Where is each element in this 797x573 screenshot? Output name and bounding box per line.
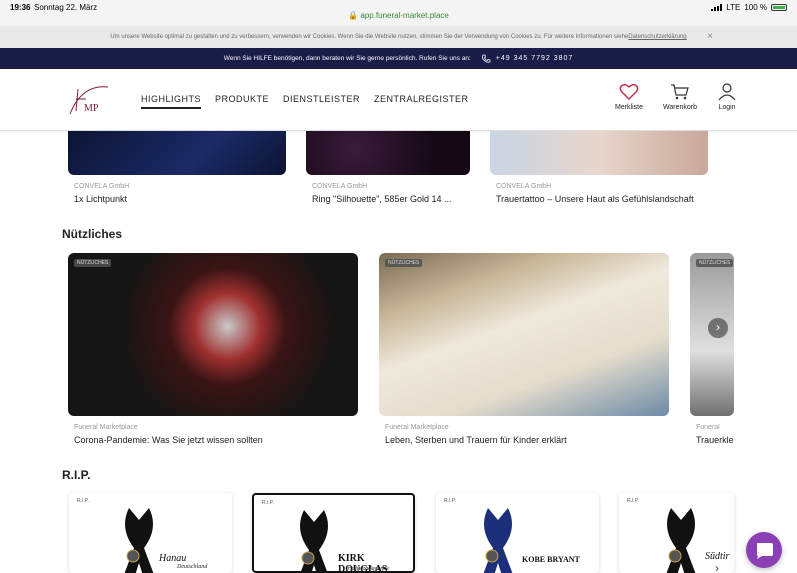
main-nav: HIGHLIGHTS PRODUKTE DIENSTLEISTER ZENTRA… (141, 94, 469, 109)
product-vendor: CONVELA GmbH (496, 183, 552, 190)
rip-card-4[interactable]: R.I.P. Südtir › (619, 493, 734, 573)
login-button[interactable]: Login (717, 83, 737, 111)
heart-icon (619, 84, 639, 101)
nav-zentralregister[interactable]: ZENTRALREGISTER (374, 94, 469, 109)
product-title: 1x Lichtpunkt (74, 194, 128, 204)
rip-name: Hanau (159, 553, 187, 564)
phone-number: +49 345 7792 3807 (495, 55, 574, 62)
rip-name: KOBE BRYANT (522, 555, 580, 564)
ios-status-bar: 19:36 Sonntag 22. März 🔒 app.funeral-mar… (0, 0, 797, 26)
useful-image-1: NÜTZLICHES (68, 253, 358, 416)
rip-sub: Deutschland (177, 564, 208, 570)
product-image-1 (68, 131, 286, 175)
useful-tag: NÜTZLICHES (696, 259, 734, 267)
svg-text:MP: MP (84, 103, 99, 114)
chevron-right-icon: › (716, 320, 720, 334)
product-image-3 (490, 131, 708, 175)
phone-link[interactable]: +49 345 7792 3807 (481, 54, 574, 64)
lock-icon: 🔒 (348, 11, 359, 20)
useful-title: Corona-Pandemie: Was Sie jetzt wissen so… (74, 435, 263, 445)
privacy-link[interactable]: Datenschutzerklärung (628, 34, 686, 40)
rip-card-2[interactable]: R.I.P. KIRK DOUGLAS Hollywoodlegende (252, 493, 415, 573)
network-label: LTE (726, 3, 741, 12)
useful-source: Funeral (696, 424, 720, 431)
warenkorb-button[interactable]: Warenkorb (663, 83, 697, 111)
carousel-next-button[interactable]: › (708, 318, 728, 338)
nav-highlights[interactable]: HIGHLIGHTS (141, 94, 202, 109)
product-vendor: CONVELA GmbH (74, 183, 130, 190)
user-icon (718, 83, 736, 101)
chat-icon (757, 543, 773, 559)
close-icon[interactable]: × (707, 31, 713, 42)
useful-title: Trauerklei (696, 435, 734, 445)
chat-button[interactable] (746, 532, 782, 568)
rip-card-3[interactable]: R.I.P. KOBE BRYANT (436, 493, 599, 573)
nav-dienstleister[interactable]: DIENSTLEISTER (283, 94, 360, 109)
useful-tag: NÜTZLICHES (385, 259, 423, 267)
header-tools: Merkliste Warenkorb Login (615, 83, 737, 111)
rip-tag: R.I.P. (262, 500, 274, 506)
cookie-text: Um unsere Website optimal zu gestalten u… (110, 34, 629, 40)
product-vendor: CONVELA GmbH (312, 183, 368, 190)
merkliste-button[interactable]: Merkliste (615, 83, 643, 111)
useful-image-2: NÜTZLICHES (379, 253, 669, 416)
cookie-banner: Um unsere Website optimal zu gestalten u… (0, 26, 797, 48)
product-image-2 (306, 131, 470, 175)
rip-tag: R.I.P. (627, 498, 639, 504)
black-ribbon-icon (666, 508, 696, 573)
product-title: Trauertattoo – Unsere Haut als Gefühlsla… (496, 194, 694, 204)
nav-produkte[interactable]: PRODUKTE (215, 94, 269, 109)
product-title: Ring "Silhouette", 585er Gold 14 ... (312, 194, 452, 204)
useful-tag: NÜTZLICHES (74, 259, 112, 267)
site-header: MP HIGHLIGHTS PRODUKTE DIENSTLEISTER ZEN… (0, 69, 797, 131)
useful-source: Funeral Marketplace (385, 424, 449, 431)
battery-label: 100 % (744, 3, 767, 12)
warenkorb-label: Warenkorb (663, 104, 697, 111)
section-heading-useful: Nützliches (62, 227, 123, 241)
merkliste-label: Merkliste (615, 104, 644, 111)
rip-tag: R.I.P. (77, 498, 89, 504)
cart-icon (671, 84, 689, 100)
url-text: app.funeral-market.place (360, 11, 449, 20)
rip-card-1[interactable]: R.I.P. Hanau Deutschland (69, 493, 232, 573)
login-label: Login (718, 104, 736, 111)
phone-icon (481, 54, 491, 63)
address-bar[interactable]: 🔒 app.funeral-market.place (0, 11, 797, 20)
rip-tag: R.I.P. (444, 498, 456, 504)
help-bar: Wenn Sie HILFE benötigen, dann beraten w… (0, 48, 797, 69)
section-heading-rip: R.I.P. (62, 468, 91, 482)
useful-source: Funeral Marketplace (74, 424, 138, 431)
rip-sub: Hollywoodlegende (348, 566, 389, 572)
battery-icon (771, 4, 787, 11)
help-text: Wenn Sie HILFE benötigen, dann beraten w… (223, 55, 471, 62)
status-indicators: LTE 100 % (711, 3, 787, 12)
signal-icon (711, 4, 723, 11)
chevron-right-icon[interactable]: › (715, 561, 719, 573)
fmp-logo[interactable]: MP (62, 79, 112, 119)
useful-title: Leben, Sterben und Trauern für Kinder er… (385, 435, 567, 445)
